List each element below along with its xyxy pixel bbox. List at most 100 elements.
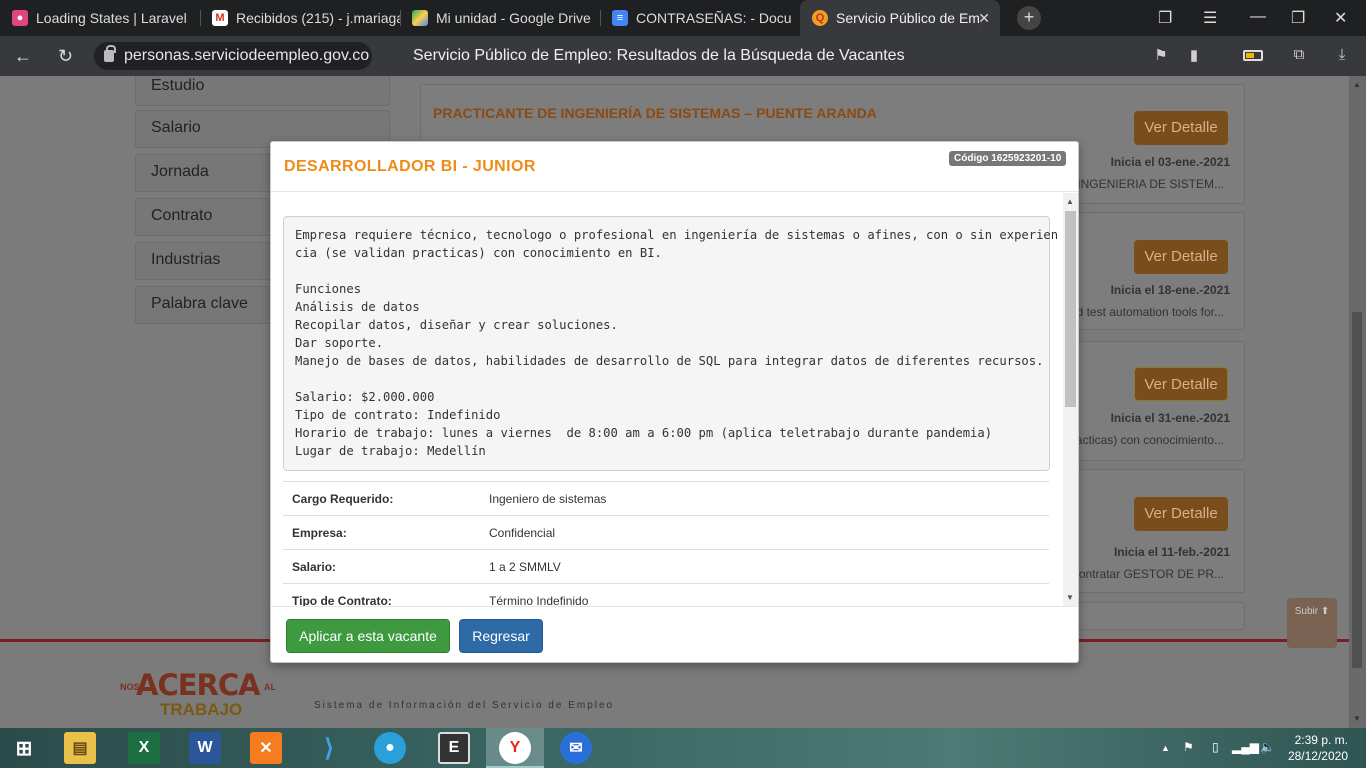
description-line: Manejo de bases de datos, habilidades de… — [295, 354, 1044, 368]
url-field[interactable]: personas.serviciodeempleo.gov.co — [94, 42, 372, 70]
detail-value: Confidencial — [480, 515, 1049, 550]
job-snippet: contratar GESTOR DE PR... — [1072, 567, 1224, 581]
filter-label: Estudio — [151, 77, 205, 94]
sp-empleo-icon: Q — [812, 10, 828, 26]
filter-label: Palabra clave — [151, 295, 248, 312]
tab-title: Mi unidad - Google Drive — [436, 10, 591, 26]
ver-detalle-button[interactable]: Ver Detalle — [1134, 497, 1228, 531]
menu-icon[interactable]: ☰ — [1203, 8, 1217, 28]
vscode-icon[interactable]: ⟩ — [313, 732, 345, 764]
vacancy-details-table: Cargo Requerido: Ingeniero de sistemas E… — [283, 481, 1049, 606]
tab-search-icon[interactable]: ❐ — [1158, 8, 1172, 28]
scroll-top-label: Subir — [1294, 606, 1319, 617]
job-title[interactable]: PRACTICANTE DE INGENIERÍA DE SISTEMAS – … — [433, 105, 877, 121]
table-row: Empresa: Confidencial — [283, 515, 1049, 550]
back-button[interactable]: Regresar — [459, 619, 543, 653]
tab-title: Recibidos (215) - j.mariaga — [236, 10, 400, 26]
tab-title: Loading States | Laravel — [36, 10, 187, 26]
page-scrollbar[interactable]: ▲ ▼ — [1349, 76, 1366, 728]
table-row: Cargo Requerido: Ingeniero de sistemas — [283, 481, 1049, 516]
description-line: Empresa requiere técnico, tecnologo o pr… — [295, 228, 1059, 242]
ver-detalle-button[interactable]: Ver Detalle — [1134, 367, 1228, 401]
system-clock[interactable]: 2:39 p. m. 28/12/2020 — [1284, 732, 1348, 764]
download-icon[interactable]: ⤓ — [1333, 46, 1351, 64]
battery-saver-icon[interactable] — [1243, 50, 1263, 61]
description-line: Lugar de trabajo: Medellín — [295, 444, 486, 458]
laravel-icon: ● — [12, 10, 28, 26]
excel-icon[interactable]: X — [128, 732, 160, 764]
page-scroll-thumb[interactable] — [1352, 312, 1362, 668]
modal-body[interactable]: Empresa requiere técnico, tecnologo o pr… — [271, 193, 1078, 606]
clock-time: 2:39 p. m. — [1294, 733, 1348, 747]
filter-estudio[interactable]: Estudio — [135, 76, 390, 106]
scroll-down-arrow-icon[interactable]: ▼ — [1066, 593, 1074, 602]
reload-icon[interactable]: ↻ — [58, 46, 73, 66]
job-snippet: racticas) con conocimiento... — [1071, 433, 1224, 447]
new-tab-button[interactable]: + — [1017, 6, 1041, 30]
back-arrow-icon[interactable]: ← — [14, 46, 32, 66]
extensions-icon[interactable]: ⧉ — [1290, 46, 1308, 64]
detail-label: Tipo de Contrato: — [283, 583, 480, 606]
translate-icon[interactable]: ⚑ — [1152, 46, 1170, 64]
logo-trabajo: TRABAJO — [160, 700, 243, 719]
detail-label: Cargo Requerido: — [283, 481, 480, 516]
modal-title: DESARROLLADOR BI - JUNIOR — [284, 158, 536, 175]
browser-tab-bar: ● Loading States | Laravel M Recibidos (… — [0, 0, 1366, 36]
thunderbird-icon[interactable]: ✉ — [560, 732, 592, 764]
modal-scrollbar[interactable]: ▲ ▼ — [1063, 193, 1078, 606]
logo-al: AL — [264, 682, 276, 692]
table-row: Tipo de Contrato: Término Indefinido — [283, 583, 1049, 606]
battery-icon[interactable]: ▯ — [1212, 740, 1219, 754]
modal-scroll-thumb[interactable] — [1065, 211, 1076, 407]
minimize-icon[interactable]: — — [1250, 8, 1266, 26]
tab-google-drive[interactable]: Mi unidad - Google Drive — [400, 0, 600, 36]
description-line: Salario: $2.000.000 — [295, 390, 435, 404]
network-alert-icon[interactable]: ⚑ — [1183, 740, 1194, 754]
eclipse-icon[interactable]: E — [438, 732, 470, 764]
job-start-date: Inicia el 18-ene.-2021 — [1110, 283, 1230, 297]
tab-google-docs[interactable]: ≡ CONTRASEÑAS: - Documen — [600, 0, 800, 36]
bookmark-icon[interactable]: ▮ — [1185, 46, 1203, 64]
scroll-top-button[interactable]: Subir ⬆ — [1287, 598, 1337, 648]
wifi-icon[interactable]: ▂▄▆ — [1232, 740, 1259, 754]
word-icon[interactable]: W — [189, 732, 221, 764]
volume-icon[interactable]: 🔈 — [1260, 740, 1275, 754]
windows-taskbar: ⊞ ▤ X W ✕ ⟩ ● E Y ✉ ▲ ⚑ ▯ ▂▄▆ 🔈 2:39 p. … — [0, 728, 1366, 768]
filter-label: Industrias — [151, 251, 221, 268]
job-start-date: Inicia el 31-ene.-2021 — [1110, 411, 1230, 425]
lock-icon — [104, 45, 116, 62]
maximize-icon[interactable]: ❐ — [1291, 8, 1305, 28]
close-window-icon[interactable]: ✕ — [1334, 8, 1347, 28]
yandex-browser-icon[interactable]: Y — [499, 732, 531, 764]
logo-acerca[interactable]: ACERCA — [136, 668, 261, 702]
vacancy-detail-modal: DESARROLLADOR BI - JUNIOR Código 1625923… — [270, 141, 1079, 663]
clock-date: 28/12/2020 — [1287, 749, 1348, 763]
detail-label: Salario: — [283, 549, 480, 584]
url-text: personas.serviciodeempleo.gov.co — [124, 47, 370, 64]
description-line: Funciones — [295, 282, 362, 296]
file-explorer-icon[interactable]: ▤ — [64, 732, 96, 764]
description-line — [295, 370, 1038, 388]
xampp-icon[interactable]: ✕ — [250, 732, 282, 764]
filter-label: Contrato — [151, 207, 213, 224]
description-line: cia (se validan practicas) con conocimie… — [295, 246, 662, 260]
apply-vacancy-button[interactable]: Aplicar a esta vacante — [286, 619, 450, 653]
tab-laravel[interactable]: ● Loading States | Laravel — [0, 0, 200, 36]
address-bar: ← ↻ personas.serviciodeempleo.gov.co Ser… — [0, 36, 1366, 76]
footer-tagline: Sistema de Información del Servicio de E… — [314, 700, 615, 711]
tab-servicio-empleo[interactable]: Q Servicio Público de Emp ✕ — [800, 0, 1000, 36]
scroll-up-arrow-icon[interactable]: ▲ — [1352, 80, 1362, 89]
ver-detalle-button[interactable]: Ver Detalle — [1134, 240, 1228, 274]
ver-detalle-button[interactable]: Ver Detalle — [1134, 111, 1228, 145]
tab-gmail[interactable]: M Recibidos (215) - j.mariaga — [200, 0, 400, 36]
vacancy-description: Empresa requiere técnico, tecnologo o pr… — [283, 216, 1059, 471]
scroll-down-arrow-icon[interactable]: ▼ — [1352, 714, 1362, 723]
tableplus-icon[interactable]: ● — [374, 732, 406, 764]
tray-overflow-icon[interactable]: ▲ — [1161, 743, 1170, 753]
table-row: Salario: 1 a 2 SMMLV — [283, 549, 1049, 584]
windows-start-icon[interactable]: ⊞ — [8, 732, 40, 764]
modal-header: DESARROLLADOR BI - JUNIOR Código 1625923… — [271, 142, 1078, 192]
scroll-up-arrow-icon[interactable]: ▲ — [1066, 197, 1074, 206]
google-docs-icon: ≡ — [612, 10, 628, 26]
close-tab-icon[interactable]: ✕ — [978, 10, 990, 27]
